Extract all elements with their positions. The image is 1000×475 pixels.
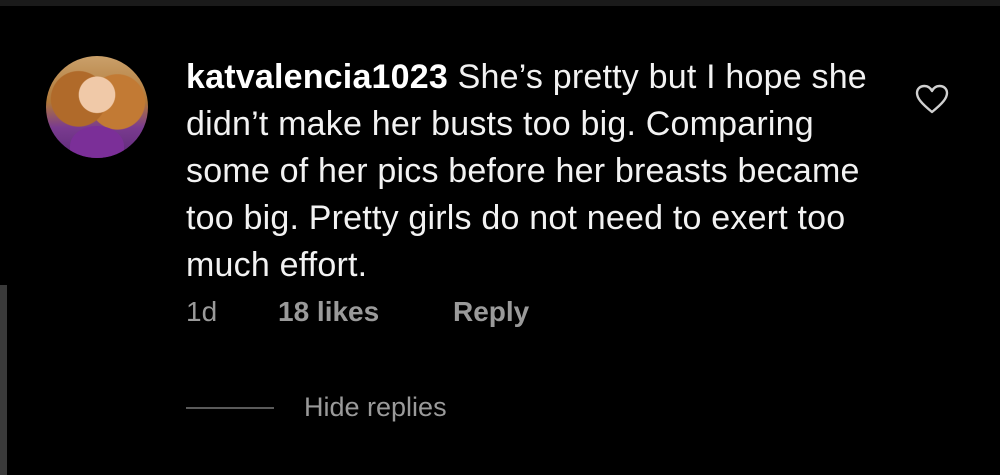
avatar[interactable] [46,56,148,158]
hide-replies-button[interactable]: Hide replies [186,392,447,423]
hide-replies-label: Hide replies [304,392,447,422]
comment-body: katvalencia1023 She’s pretty but I hope … [186,54,886,289]
heart-icon[interactable] [915,84,949,114]
reply-button[interactable]: Reply [453,296,529,328]
comment: katvalencia1023 She’s pretty but I hope … [0,0,1000,475]
comment-time: 1d [186,296,218,327]
replies-divider [186,406,274,409]
likes-count[interactable]: 18 likes [278,296,453,328]
comment-username[interactable]: katvalencia1023 [186,58,448,96]
comment-meta: 1d 18 likes Reply [186,296,529,328]
